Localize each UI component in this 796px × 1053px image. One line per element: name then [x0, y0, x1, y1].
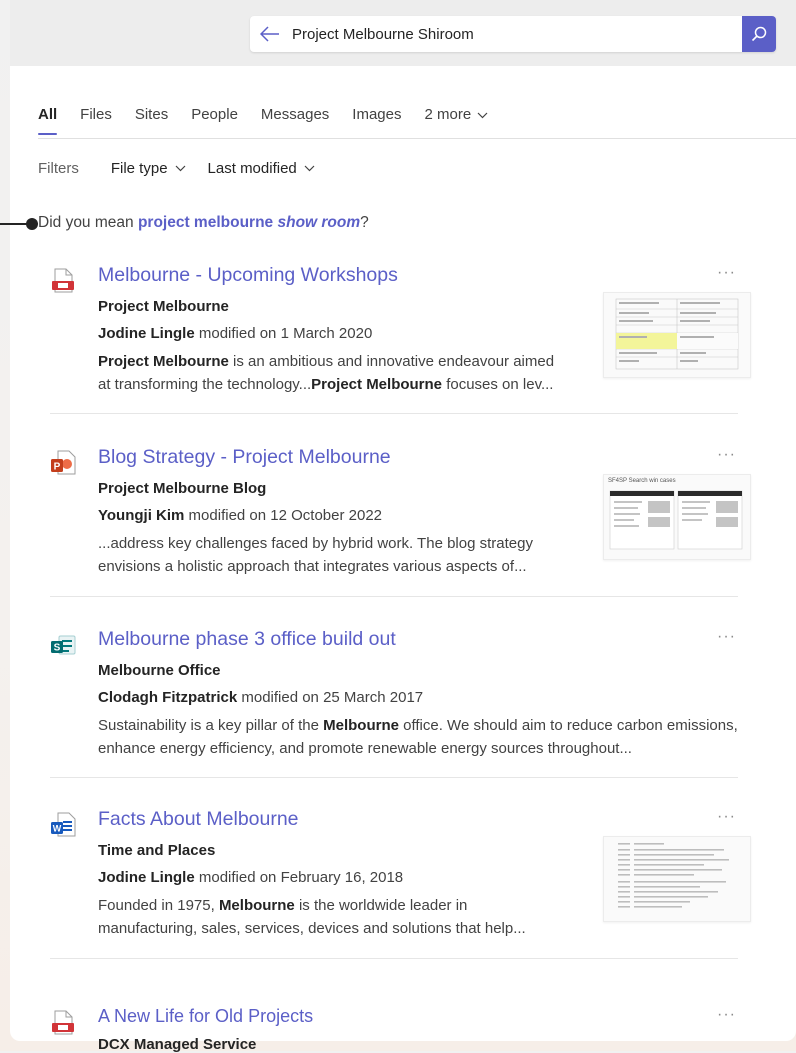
snippet-text: ...address key challenges faced by hybri… — [98, 535, 533, 575]
powerpoint-file-icon: P — [51, 450, 76, 475]
result-snippet: Project Melbourne is an ambitious and in… — [98, 350, 560, 396]
tab-bar: All Files Sites People Messages Images 2… — [38, 106, 511, 135]
more-options-button[interactable]: ··· — [717, 628, 736, 646]
result-site: Project Melbourne — [98, 298, 229, 315]
snippet-text: Sustainability is a key pillar of the — [98, 717, 324, 734]
result-title-link[interactable]: Blog Strategy - Project Melbourne — [98, 446, 391, 469]
result-author: Youngji Kim — [98, 507, 185, 524]
pdf-file-icon — [52, 268, 74, 293]
result-divider — [50, 596, 738, 597]
callout-dot — [26, 218, 38, 230]
tab-images[interactable]: Images — [352, 106, 401, 133]
result-title-link[interactable]: Facts About Melbourne — [98, 808, 299, 831]
result-snippet: Founded in 1975, Melbourne is the worldw… — [98, 894, 560, 940]
snippet-text: Founded in 1975, — [98, 897, 219, 914]
filters-label: Filters — [38, 160, 79, 177]
suggestion-link[interactable]: project melbourne show room — [138, 214, 360, 231]
result-divider — [50, 777, 738, 778]
chevron-down-icon — [477, 112, 488, 118]
results-panel: All Files Sites People Messages Images 2… — [10, 66, 796, 1053]
result-modified: modified on February 16, 2018 — [194, 869, 404, 886]
result-snippet: Sustainability is a key pillar of the Me… — [98, 714, 738, 760]
search-box — [250, 16, 776, 52]
spelling-suggestion: Did you mean project melbourne show room… — [38, 214, 369, 232]
result-title-link[interactable]: A New Life for Old Projects — [98, 1006, 313, 1027]
result-author: Jodine Lingle — [98, 869, 195, 886]
more-options-button[interactable]: ··· — [717, 1006, 736, 1024]
result-thumbnail[interactable]: SF4SP Search win cases — [603, 474, 751, 560]
chevron-down-icon — [175, 165, 185, 172]
snippet-highlight: Melbourne — [218, 897, 295, 914]
result-thumbnail[interactable] — [603, 292, 751, 378]
suggestion-term: project melbourne — [137, 214, 278, 231]
result-meta: Clodagh Fitzpatrick modified on 25 March… — [98, 689, 423, 706]
search-button[interactable] — [742, 16, 776, 52]
result-site: Time and Places — [98, 842, 216, 859]
svg-text:P: P — [54, 462, 61, 473]
result-thumbnail[interactable] — [603, 836, 751, 922]
result-meta: Jodine Lingle modified on February 16, 2… — [98, 869, 403, 886]
result-meta: Youngji Kim modified on 12 October 2022 — [98, 507, 382, 524]
tab-people[interactable]: People — [191, 106, 238, 133]
search-input[interactable] — [290, 24, 742, 44]
result-site: Project Melbourne Blog — [98, 480, 267, 497]
result-title-link[interactable]: Melbourne phase 3 office build out — [98, 628, 396, 651]
last-modified-filter[interactable]: Last modified — [208, 160, 315, 177]
result-site: DCX Managed Service — [98, 1036, 257, 1053]
snippet-highlight: Melbourne — [323, 717, 399, 734]
more-options-button[interactable]: ··· — [717, 264, 736, 282]
file-type-label: File type — [110, 160, 168, 177]
suggestion-prefix: Did you mean — [38, 214, 138, 231]
tab-files[interactable]: Files — [80, 106, 112, 133]
result-modified: modified on 1 March 2020 — [194, 325, 373, 342]
word-file-icon: W — [51, 812, 76, 837]
result-divider — [50, 413, 738, 414]
svg-text:S: S — [54, 643, 61, 654]
snippet-highlight: Project Melbourne — [98, 353, 229, 370]
search-icon — [751, 26, 767, 42]
result-site: Melbourne Office — [98, 662, 221, 679]
result-modified: modified on 25 March 2017 — [237, 689, 424, 706]
snippet-highlight: Project Melbourne — [311, 376, 443, 393]
snippet-text: focuses on lev... — [442, 376, 554, 393]
tab-more-label: 2 more — [424, 106, 472, 123]
last-modified-label: Last modified — [207, 160, 297, 177]
top-bar — [10, 0, 796, 66]
result-author: Jodine Lingle — [98, 325, 195, 342]
chevron-down-icon — [304, 165, 315, 172]
result-title-link[interactable]: Melbourne - Upcoming Workshops — [98, 264, 398, 287]
more-options-button[interactable]: ··· — [717, 808, 736, 826]
suggestion-suffix: ? — [360, 214, 369, 231]
more-options-button[interactable]: ··· — [717, 446, 736, 464]
result-meta: Jodine Lingle modified on 1 March 2020 — [98, 325, 372, 342]
tab-sites[interactable]: Sites — [135, 106, 168, 133]
tab-more[interactable]: 2 more — [425, 106, 489, 133]
result-snippet: ...address key challenges faced by hybri… — [98, 532, 560, 578]
svg-text:W: W — [53, 824, 62, 834]
result-author: Clodagh Fitzpatrick — [98, 689, 238, 706]
tab-messages[interactable]: Messages — [261, 106, 329, 133]
back-arrow-icon[interactable] — [250, 26, 290, 42]
file-type-filter[interactable]: File type — [111, 160, 186, 177]
tab-all[interactable]: All — [38, 106, 58, 135]
result-divider — [50, 958, 738, 959]
result-modified: modified on 12 October 2022 — [184, 507, 383, 524]
sharepoint-icon: S — [51, 635, 76, 655]
suggestion-term-corrected: show room — [277, 214, 361, 231]
thumbnail-title: SF4SP Search win cases — [608, 478, 676, 484]
pdf-file-icon — [52, 1010, 74, 1035]
filters-bar: Filters File type Last modified — [38, 160, 337, 177]
tab-divider — [38, 138, 796, 139]
